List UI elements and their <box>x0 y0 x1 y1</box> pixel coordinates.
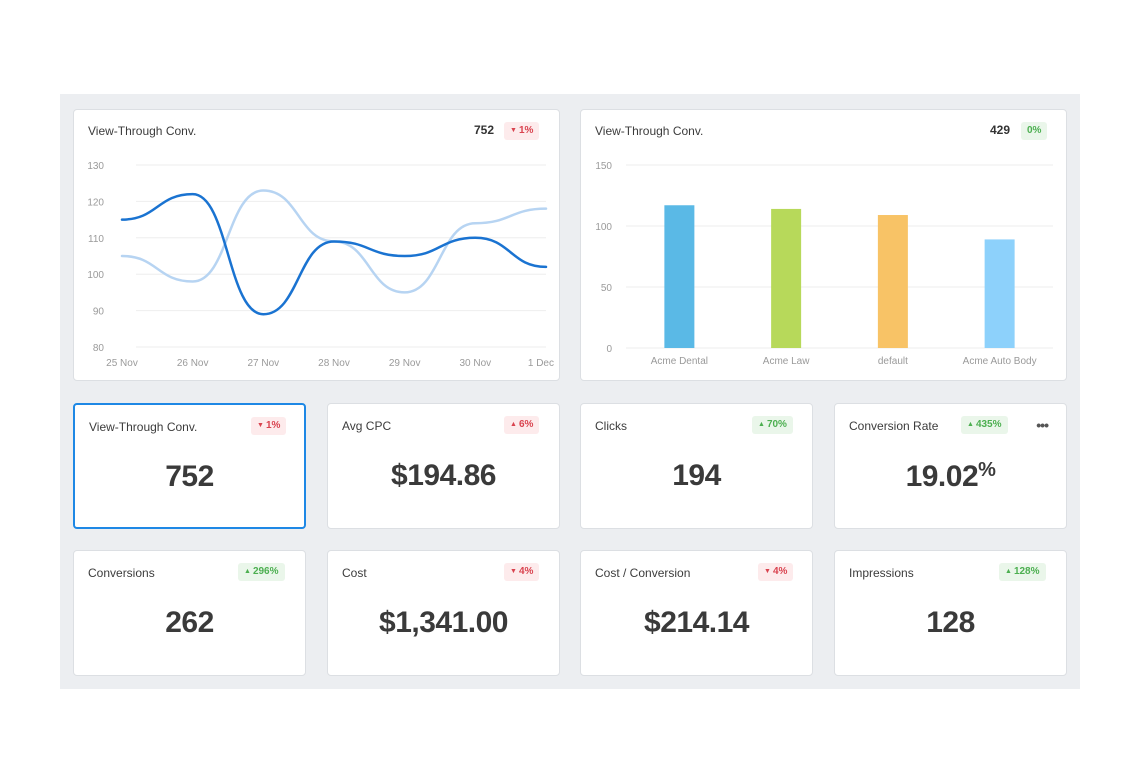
change-label: 4% <box>518 566 534 577</box>
caret-down-icon: ▼ <box>510 568 517 575</box>
kpi-label: Cost / Conversion <box>595 566 691 580</box>
kpi-value: $214.14 <box>581 606 812 640</box>
kpi-label: Clicks <box>595 419 627 433</box>
bar-chart-card: View-Through Conv. 429 0% 0 50 100 150 Acme … <box>580 109 1067 381</box>
change-badge: ▼ 1% <box>251 417 287 435</box>
caret-up-icon: ▲ <box>1005 568 1012 575</box>
kpi-card-cost-per-conversion[interactable]: Cost / Conversion ▼ 4% $214.14 <box>580 550 813 676</box>
kpi-value: 262 <box>74 606 305 640</box>
kpi-card-cost[interactable]: Cost ▼ 4% $1,341.00 <box>327 550 560 676</box>
change-label: 4% <box>772 566 788 577</box>
y-tick-label: 90 <box>93 307 105 318</box>
caret-up-icon: ▲ <box>244 568 251 575</box>
kpi-value-number: 262 <box>165 606 214 639</box>
change-badge: ▲ 435% <box>961 416 1008 434</box>
caret-up-icon: ▲ <box>967 421 974 428</box>
change-badge: ▲ 296% <box>238 563 285 581</box>
change-label: 128% <box>1013 566 1040 577</box>
bar <box>984 239 1015 348</box>
kpi-card-view-through-conv[interactable]: View-Through Conv. ▼ 1% 752 <box>73 403 306 529</box>
kpi-card-impressions[interactable]: Impressions ▲ 128% 128 <box>834 550 1067 676</box>
kpi-value: 128 <box>835 606 1066 640</box>
x-tick-label: Acme Dental <box>651 356 708 367</box>
kpi-value: 194 <box>581 459 812 493</box>
y-tick-label: 100 <box>595 222 612 233</box>
kpi-value: $194.86 <box>328 459 559 493</box>
kpi-value-number: 194 <box>672 459 721 492</box>
kpi-card-clicks[interactable]: Clicks ▲ 70% 194 <box>580 403 813 529</box>
x-tick-label: Acme Law <box>763 356 810 367</box>
change-label: 296% <box>252 566 279 577</box>
y-tick-label: 130 <box>87 161 104 172</box>
x-tick-label: default <box>878 356 908 367</box>
y-tick-label: 150 <box>595 161 612 172</box>
change-badge: ▼ 4% <box>504 563 540 581</box>
kpi-value-number: $1,341.00 <box>379 606 508 639</box>
y-tick-label: 100 <box>87 270 104 281</box>
change-label: 6% <box>518 419 534 430</box>
change-label: 70% <box>766 419 787 430</box>
y-tick-label: 0 <box>606 344 612 355</box>
kpi-value-number: 19.02 <box>905 460 979 493</box>
kpi-label: View-Through Conv. <box>89 420 198 434</box>
kpi-label: Impressions <box>849 566 914 580</box>
kpi-value-number: 128 <box>926 606 975 639</box>
kpi-card-conversions[interactable]: Conversions ▲ 296% 262 <box>73 550 306 676</box>
bar <box>771 208 802 348</box>
y-tick-label: 80 <box>93 343 105 354</box>
kpi-label: Conversions <box>88 566 155 580</box>
caret-up-icon: ▲ <box>758 421 765 428</box>
kpi-card-conversion-rate[interactable]: Conversion Rate ▲ 435% ••• 19.02% <box>834 403 1067 529</box>
line-chart: 80 90 100 110 120 130 25 Nov 26 Nov 27 Nov 28 Nov… <box>87 161 554 369</box>
change-badge: ▲ 6% <box>504 416 540 434</box>
y-tick-label: 50 <box>601 283 613 294</box>
y-tick-label: 110 <box>88 234 104 245</box>
kpi-value-number: 752 <box>165 460 214 493</box>
kpi-value-number: $214.14 <box>644 606 749 639</box>
caret-down-icon: ▼ <box>764 568 771 575</box>
kpi-label: Cost <box>342 566 367 580</box>
kpi-card-avg-cpc[interactable]: Avg CPC ▲ 6% $194.86 <box>327 403 560 529</box>
bar-chart: 0 50 100 150 Acme Dental Acme Law default Acme … <box>595 161 1053 367</box>
kpi-value: 752 <box>75 460 304 494</box>
y-tick-label: 120 <box>87 197 104 208</box>
x-tick-label: 30 Nov <box>459 358 491 369</box>
x-tick-label: 28 Nov <box>318 358 350 369</box>
change-label: 435% <box>975 419 1002 430</box>
kpi-value-suffix: % <box>978 459 996 481</box>
kpi-value-number: $194.86 <box>391 459 496 492</box>
bar <box>877 215 908 348</box>
dashboard-frame: View-Through Conv. 752 ▼ 1% 80 90 100 110 120… <box>60 94 1080 689</box>
change-label: 1% <box>265 420 281 431</box>
x-tick-label: 27 Nov <box>247 358 279 369</box>
kpi-value: $1,341.00 <box>328 606 559 640</box>
caret-up-icon: ▲ <box>510 421 517 428</box>
x-tick-label: Acme Auto Body <box>963 356 1037 367</box>
x-tick-label: 25 Nov <box>106 358 138 369</box>
caret-down-icon: ▼ <box>257 422 264 429</box>
kpi-value: 19.02% <box>835 459 1066 494</box>
series-line-current-period <box>120 192 548 316</box>
more-options-icon[interactable]: ••• <box>1036 417 1049 433</box>
change-badge: ▲ 70% <box>752 416 793 434</box>
line-chart-card: View-Through Conv. 752 ▼ 1% 80 90 100 110 120… <box>73 109 560 381</box>
x-tick-label: 1 Dec <box>528 358 554 369</box>
kpi-label: Conversion Rate <box>849 419 939 433</box>
x-tick-label: 29 Nov <box>389 358 421 369</box>
kpi-label: Avg CPC <box>342 419 392 433</box>
change-badge: ▲ 128% <box>999 563 1046 581</box>
bar <box>664 205 695 348</box>
x-tick-label: 26 Nov <box>177 358 209 369</box>
change-badge: ▼ 4% <box>758 563 794 581</box>
